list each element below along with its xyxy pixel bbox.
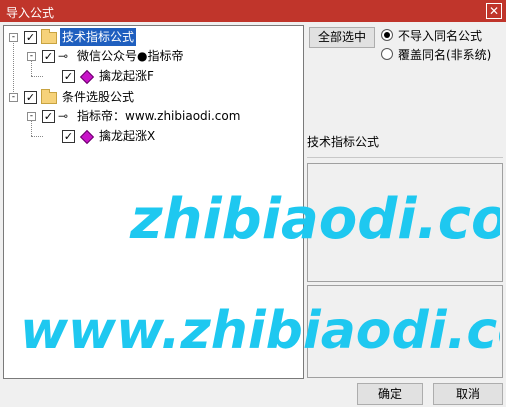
tree-checkbox[interactable]: ✓ [24, 31, 37, 44]
collapse-toggle[interactable]: - [27, 52, 36, 61]
tree-node-stock-selection[interactable]: - ✓ 条件选股公式 [8, 88, 298, 106]
formula-preview-box [307, 285, 503, 378]
radio-overwrite-label[interactable]: 覆盖同名(非系统) [398, 46, 491, 63]
tree-checkbox[interactable]: ✓ [62, 70, 75, 83]
tree-checkbox[interactable]: ✓ [62, 130, 75, 143]
tree-node-label[interactable]: 条件选股公式 [62, 88, 134, 106]
ok-button[interactable]: 确定 [357, 383, 423, 405]
close-icon: ✕ [488, 4, 500, 18]
tree-node-label[interactable]: 微信公众号●指标帝 [77, 47, 183, 65]
collapse-toggle[interactable]: - [9, 93, 18, 102]
folder-icon [41, 89, 57, 104]
title-bar: 导入公式 ✕ [0, 0, 506, 22]
window-title: 导入公式 [6, 6, 55, 20]
tree-node-zhibiaodi[interactable]: - ✓ ⊸ 指标帝：www.zhibiaodi.com [8, 107, 298, 125]
formula-diamond-icon [79, 129, 95, 145]
formula-description-box [307, 163, 503, 282]
tree-node-wechat[interactable]: - ✓ ⊸ 微信公众号●指标帝 [8, 47, 298, 65]
radio-no-import-label[interactable]: 不导入同名公式 [398, 27, 482, 44]
tree-node-label[interactable]: 擒龙起涨F [99, 67, 154, 85]
radio-no-import[interactable] [381, 29, 393, 41]
close-button[interactable]: ✕ [486, 3, 502, 19]
collapse-toggle[interactable]: - [9, 33, 18, 42]
tree-node-label[interactable]: 擒龙起涨X [99, 127, 155, 145]
key-icon: ⊸ [58, 49, 69, 63]
folder-icon [41, 29, 57, 44]
select-all-button[interactable]: 全部选中 [309, 27, 375, 48]
formula-tree[interactable]: - ✓ 技术指标公式 - ✓ ⊸ 微信公众号●指标帝 ✓ 擒龙起涨F - ✓ 条… [3, 25, 304, 379]
tree-checkbox[interactable]: ✓ [24, 91, 37, 104]
category-label: 技术指标公式 [307, 135, 380, 149]
tree-node-tech-indicators[interactable]: - ✓ 技术指标公式 [8, 28, 298, 46]
tree-node-formula-x[interactable]: ✓ 擒龙起涨X [8, 127, 298, 145]
tree-node-formula-f[interactable]: ✓ 擒龙起涨F [8, 67, 298, 85]
tree-checkbox[interactable]: ✓ [42, 110, 55, 123]
tree-node-label[interactable]: 指标帝：www.zhibiaodi.com [77, 107, 240, 125]
formula-diamond-icon [79, 69, 95, 85]
collapse-toggle[interactable]: - [27, 112, 36, 121]
category-label-panel: 技术指标公式 [307, 133, 503, 158]
cancel-button[interactable]: 取消 [433, 383, 503, 405]
radio-overwrite[interactable] [381, 48, 393, 60]
key-icon: ⊸ [58, 109, 69, 123]
tree-node-label[interactable]: 技术指标公式 [60, 28, 137, 46]
tree-checkbox[interactable]: ✓ [42, 50, 55, 63]
